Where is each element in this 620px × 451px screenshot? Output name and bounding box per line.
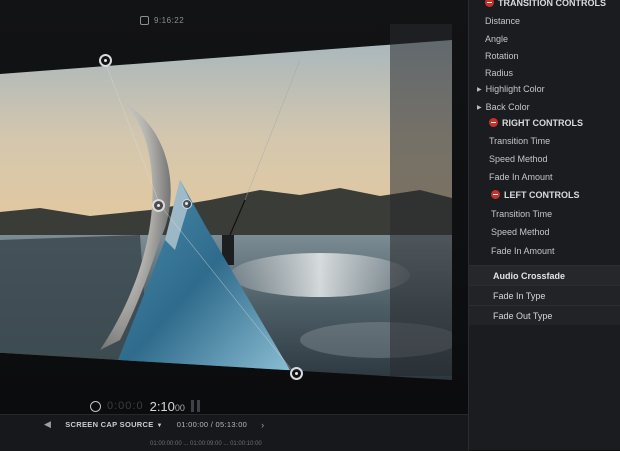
section-fade-out-type[interactable]: Fade Out Type bbox=[469, 305, 620, 325]
timeline-bar: ◀ SCREEN CAP SOURCE ▼ 01:00:00 / 05:13:00… bbox=[0, 414, 470, 451]
right-controls-header[interactable]: RIGHT CONTROLS bbox=[489, 115, 583, 132]
reset-red-icon[interactable] bbox=[491, 190, 500, 199]
timeline-timecode: 01:00:00 / 05:13:00 bbox=[176, 420, 248, 429]
param-back-color[interactable]: ▶ Back Color bbox=[477, 99, 530, 116]
reset-red-icon[interactable] bbox=[485, 0, 494, 7]
left-param-speed-method[interactable]: Speed Method bbox=[491, 224, 550, 241]
viewer-top-timecode: 9:16:22 bbox=[140, 16, 184, 26]
left-controls-header[interactable]: LEFT CONTROLS bbox=[491, 187, 580, 204]
section-audio-crossfade[interactable]: Audio Crossfade bbox=[469, 265, 620, 285]
pause-icon[interactable] bbox=[190, 400, 200, 412]
chevron-left-icon[interactable]: ◀ bbox=[44, 419, 51, 430]
param-radius[interactable]: Radius bbox=[485, 65, 513, 82]
chevron-right-icon[interactable]: › bbox=[261, 420, 264, 430]
transform-handle-icon[interactable] bbox=[290, 367, 303, 380]
right-param-fade-in-amount[interactable]: Fade In Amount bbox=[489, 169, 553, 186]
disclosure-triangle-icon[interactable]: ▶ bbox=[477, 100, 482, 117]
section-fade-in-type[interactable]: Fade In Type bbox=[469, 285, 620, 305]
transition-controls-header[interactable]: TRANSITION CONTROLS bbox=[485, 0, 606, 12]
reset-red-icon[interactable] bbox=[489, 118, 498, 127]
timecode-dim-digits: 0:00:0 bbox=[107, 400, 144, 412]
playhead-timecode[interactable]: 2:1000 bbox=[150, 399, 185, 414]
transform-handle-icon[interactable] bbox=[182, 199, 192, 209]
param-highlight-color[interactable]: ▶ Highlight Color bbox=[477, 81, 545, 98]
disclosure-triangle-icon[interactable]: ▶ bbox=[477, 82, 482, 99]
transform-handle-icon[interactable] bbox=[99, 54, 112, 67]
viewer-overlay-shade bbox=[390, 24, 452, 376]
transport-controls: 0:00:0 2:1000 bbox=[90, 396, 200, 416]
inspector-panel: TRANSITION CONTROLS Distance Angle Rotat… bbox=[468, 0, 620, 450]
left-param-fade-in-amount[interactable]: Fade In Amount bbox=[491, 243, 555, 260]
param-distance[interactable]: Distance bbox=[485, 13, 520, 30]
left-param-transition-time[interactable]: Transition Time bbox=[491, 206, 552, 223]
right-param-speed-method[interactable]: Speed Method bbox=[489, 151, 548, 168]
transform-handle-icon[interactable] bbox=[152, 199, 165, 212]
param-angle[interactable]: Angle bbox=[485, 31, 508, 48]
play-icon[interactable] bbox=[90, 400, 101, 412]
monitor-icon bbox=[140, 16, 149, 26]
video-preview[interactable] bbox=[0, 40, 452, 380]
right-param-transition-time[interactable]: Transition Time bbox=[489, 133, 550, 150]
chevron-down-icon: ▼ bbox=[156, 423, 163, 429]
source-dropdown[interactable]: SCREEN CAP SOURCE ▼ bbox=[65, 420, 163, 429]
viewer-area: 9:16:22 0:00:0 2:1000 ◀ SCREEN CAP SOURC… bbox=[0, 0, 470, 451]
timeline-ticks: 01:00:00:00 ... 01:00:09:00 ... 01:00:10… bbox=[150, 441, 262, 447]
param-rotation[interactable]: Rotation bbox=[485, 48, 519, 65]
